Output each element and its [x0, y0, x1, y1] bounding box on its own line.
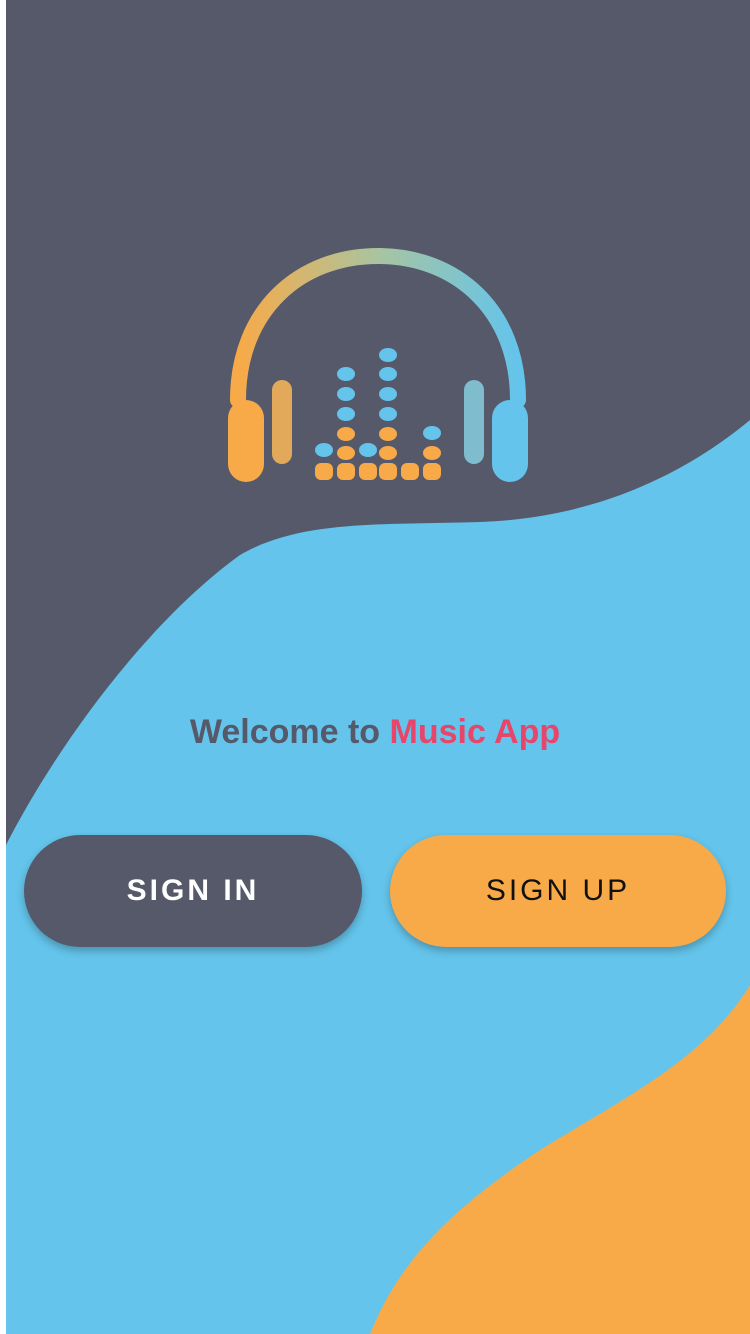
welcome-heading: Welcome to Music App [0, 710, 750, 754]
sign-in-button[interactable]: SIGN IN [24, 835, 362, 947]
app-name: Music App [389, 713, 561, 751]
welcome-prefix: Welcome to [189, 713, 381, 751]
background-waves [0, 0, 750, 1334]
welcome-screen: Welcome to Music App SIGN IN SIGN UP [0, 0, 750, 1334]
sign-up-button[interactable]: SIGN UP [390, 835, 726, 947]
headphones-equalizer-icon [228, 247, 528, 482]
